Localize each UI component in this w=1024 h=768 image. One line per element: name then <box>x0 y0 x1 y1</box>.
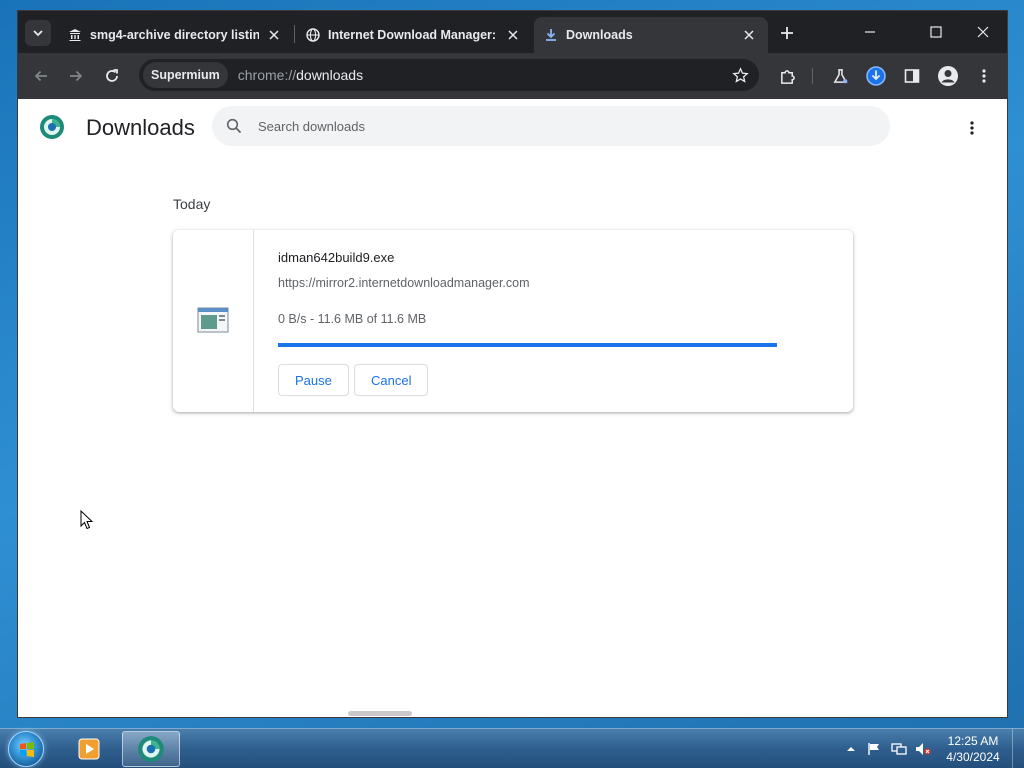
url-host: downloads <box>296 67 364 83</box>
taskbar-supermium-browser[interactable] <box>122 731 180 767</box>
chevron-down-icon <box>33 30 43 37</box>
volume-button[interactable] <box>915 741 931 757</box>
close-window-button[interactable] <box>968 19 998 45</box>
close-icon[interactable] <box>504 26 522 44</box>
plus-icon <box>781 27 793 39</box>
tab-title: smg4-archive directory listing <box>90 28 259 42</box>
kebab-menu-icon <box>970 121 974 135</box>
download-file-name[interactable]: idman642build9.exe <box>278 250 394 265</box>
clock-date: 4/30/2024 <box>946 750 1000 764</box>
system-clock[interactable]: 12:25 AM 4/30/2024 <box>940 733 1006 765</box>
action-center-button[interactable] <box>866 741 882 757</box>
search-downloads-input[interactable] <box>258 118 858 134</box>
extensions-button[interactable] <box>774 63 800 89</box>
pause-button[interactable]: Pause <box>278 364 349 396</box>
download-circle-icon <box>866 66 886 86</box>
avatar-icon <box>938 66 958 86</box>
downloads-more-actions-button[interactable] <box>961 117 983 139</box>
page-header: Downloads <box>18 99 1007 155</box>
windows-logo-icon <box>20 742 34 757</box>
mouse-cursor-icon <box>80 510 94 530</box>
network-button[interactable] <box>891 741 907 757</box>
date-header: Today <box>173 196 211 212</box>
reload-icon <box>106 69 118 82</box>
browser-window: smg4-archive directory listing Internet … <box>17 10 1008 718</box>
back-button[interactable] <box>28 63 54 89</box>
tab-smg4-archive[interactable]: smg4-archive directory listing <box>58 17 293 53</box>
search-icon <box>224 116 244 136</box>
close-icon[interactable] <box>740 26 758 44</box>
search-box[interactable] <box>212 106 890 146</box>
chevron-up-icon <box>847 747 855 751</box>
bookmark-star-button[interactable] <box>727 62 753 88</box>
globe-icon <box>306 28 320 42</box>
page-title: Downloads <box>86 115 195 140</box>
show-desktop-button[interactable] <box>1012 729 1024 768</box>
toolbar: Supermium chrome://downloads <box>18 53 1007 99</box>
supermium-taskbar-icon <box>138 736 164 762</box>
close-icon <box>977 26 989 38</box>
tab-title: Internet Download Manager: T <box>328 28 498 42</box>
flag-icon <box>868 743 879 755</box>
tab-title: Downloads <box>566 28 633 42</box>
maximize-icon <box>930 26 942 38</box>
arrow-left-icon <box>34 70 47 82</box>
downloads-toolbar-button[interactable] <box>863 63 889 89</box>
tab-strip: smg4-archive directory listing Internet … <box>18 11 1007 53</box>
tab-internet-download-manager[interactable]: Internet Download Manager: T <box>296 17 532 53</box>
bank-icon <box>69 29 81 41</box>
supermium-logo-icon <box>40 115 64 139</box>
speaker-muted-icon <box>916 743 931 755</box>
minimize-icon <box>865 31 875 33</box>
taskbar: 12:25 AM 4/30/2024 <box>0 728 1024 768</box>
browser-chip[interactable]: Supermium <box>143 62 228 88</box>
new-tab-button[interactable] <box>776 22 798 44</box>
cancel-button[interactable]: Cancel <box>354 364 429 396</box>
show-hidden-icons-button[interactable] <box>843 741 859 757</box>
labs-button[interactable] <box>827 63 853 89</box>
tab-search-button[interactable] <box>25 20 51 46</box>
network-icon <box>891 743 907 755</box>
kebab-menu-icon <box>982 69 986 83</box>
maximize-button[interactable] <box>921 19 951 45</box>
close-icon[interactable] <box>265 26 283 44</box>
download-source-url[interactable]: https://mirror2.internetdownloadmanager.… <box>278 276 530 290</box>
downloads-page: Downloads Today <box>18 99 1007 717</box>
start-button[interactable] <box>8 731 44 767</box>
tab-downloads[interactable]: Downloads <box>534 17 768 53</box>
taskbar-media-player[interactable] <box>60 731 118 767</box>
omnibox[interactable]: Supermium chrome://downloads <box>139 59 759 91</box>
puzzle-icon <box>780 69 795 84</box>
forward-button[interactable] <box>63 63 89 89</box>
file-icon-column <box>173 230 254 412</box>
reload-button[interactable] <box>99 63 125 89</box>
clock-time: 12:25 AM <box>947 734 999 748</box>
star-icon <box>731 66 749 83</box>
side-panel-button[interactable] <box>899 63 925 89</box>
horizontal-scrollbar-thumb[interactable] <box>348 711 412 716</box>
download-item-card: idman642build9.exe https://mirror2.inter… <box>173 230 853 412</box>
download-progress-bar <box>278 343 777 347</box>
media-player-icon <box>78 738 100 760</box>
exe-file-icon <box>197 307 229 333</box>
tab-separator <box>294 25 295 43</box>
download-icon <box>546 29 556 41</box>
minimize-button[interactable] <box>855 19 885 45</box>
address-text[interactable]: chrome://downloads <box>238 67 363 83</box>
flask-icon <box>833 68 847 83</box>
side-panel-icon <box>904 69 920 83</box>
browser-menu-button[interactable] <box>971 63 997 89</box>
download-status-text: 0 B/s - 11.6 MB of 11.6 MB <box>278 312 427 326</box>
toolbar-divider <box>812 68 813 84</box>
profile-button[interactable] <box>935 63 961 89</box>
arrow-right-icon <box>70 70 83 82</box>
url-scheme: chrome:// <box>237 67 297 83</box>
download-progress-fill <box>278 343 777 347</box>
